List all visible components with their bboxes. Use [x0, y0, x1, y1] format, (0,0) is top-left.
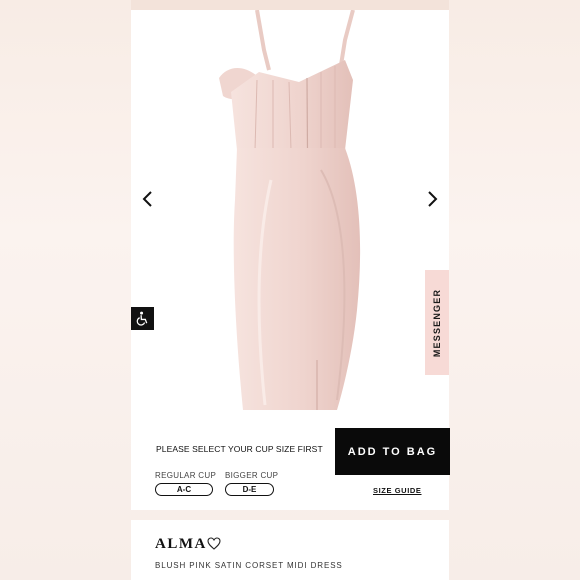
- messenger-tab[interactable]: MESSENGER: [425, 270, 449, 375]
- messenger-label: MESSENGER: [432, 288, 442, 357]
- regular-cup-option-button[interactable]: A-C: [155, 483, 213, 496]
- wheelchair-icon: [136, 311, 148, 326]
- cup-size-prompt: PLEASE SELECT YOUR CUP SIZE FIRST: [156, 444, 323, 454]
- product-image: [219, 10, 361, 410]
- regular-cup-label: REGULAR CUP: [155, 471, 217, 480]
- accessibility-button[interactable]: [131, 307, 154, 330]
- size-guide-link[interactable]: SIZE GUIDE: [373, 486, 422, 495]
- product-title: ALMA: [155, 536, 207, 552]
- wishlist-heart-icon[interactable]: [207, 537, 221, 550]
- product-description: BLUSH PINK SATIN CORSET MIDI DRESS: [155, 561, 343, 570]
- bigger-cup-option-button[interactable]: D-E: [225, 483, 274, 496]
- next-image-chevron-icon[interactable]: [423, 190, 441, 208]
- top-strip: [131, 0, 449, 10]
- add-to-bag-button[interactable]: ADD TO BAG: [335, 428, 450, 475]
- bigger-cup-label: BIGGER CUP: [225, 471, 279, 480]
- previous-image-chevron-icon[interactable]: [139, 190, 157, 208]
